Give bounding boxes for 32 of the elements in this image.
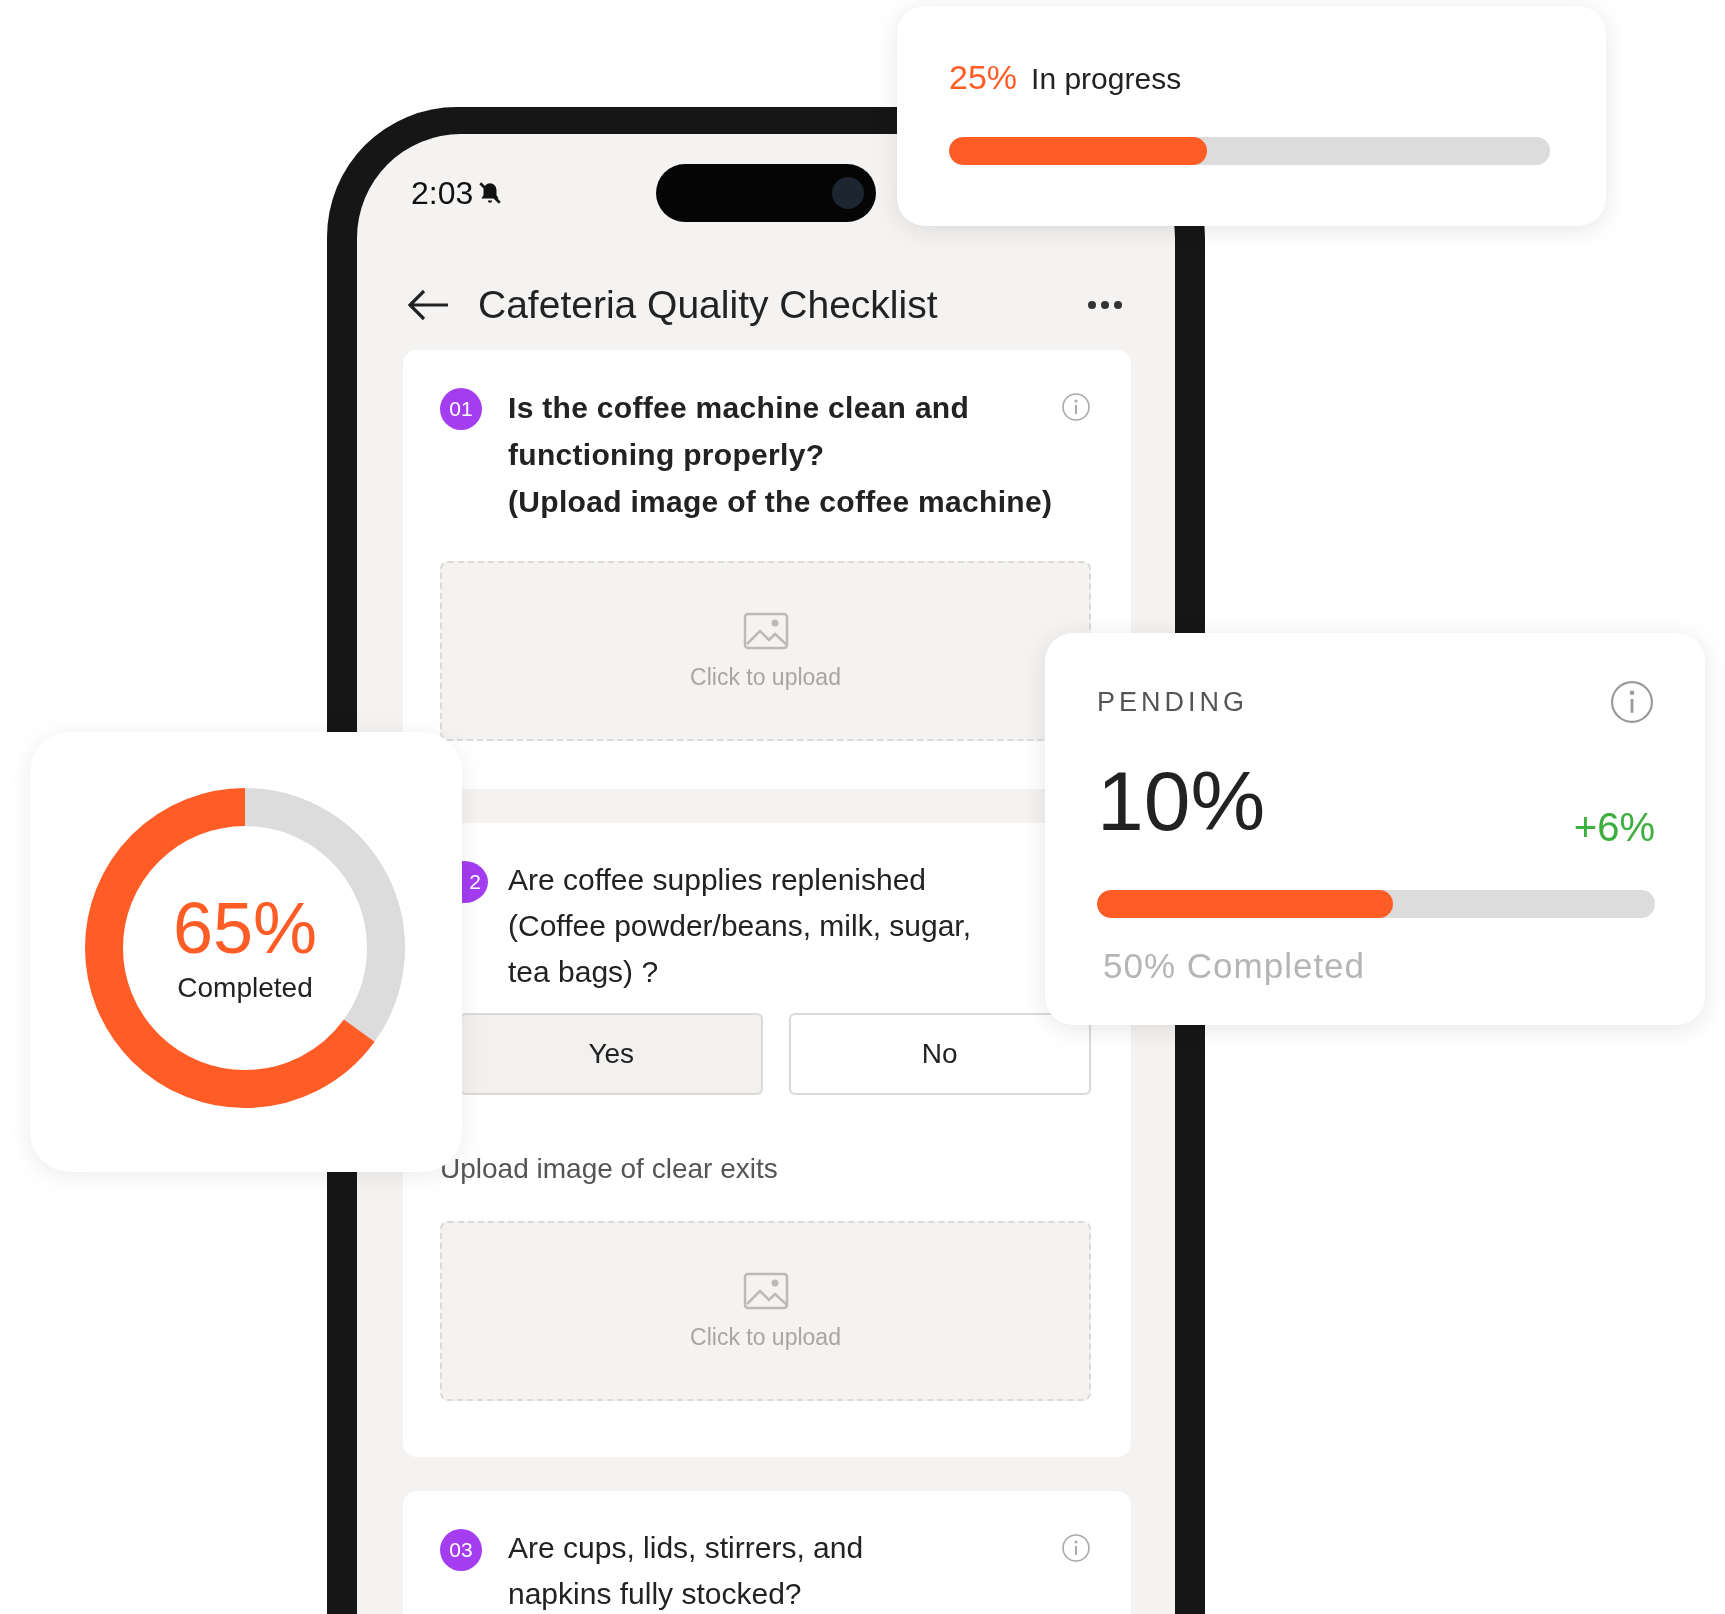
more-options-icon[interactable] [1087,300,1123,310]
screen-title: Cafeteria Quality Checklist [478,283,939,327]
question-text: napkins fully stocked? [508,1576,803,1612]
info-icon[interactable] [1061,1533,1091,1563]
answer-button[interactable]: No [788,1013,1091,1095]
question-text: (Upload image of the coffee machine) [508,484,1054,520]
status-time: 2:03 [411,174,474,212]
info-icon[interactable] [1061,392,1091,422]
donut-label: Completed [177,972,313,1004]
question-number: 01 [440,388,482,430]
question-text: Are cups, lids, stirrers, and [508,1530,865,1566]
donut-percent: 65% [172,892,318,964]
pending-value: 10% [1097,753,1266,850]
question-text: Is the coffee machine clean and [508,390,971,426]
question-text: (Coffee powder/beans, milk, sugar, [508,908,973,944]
question-text: functioning properly? [508,437,826,473]
upload-label: Click to upload [690,1323,841,1351]
progress-status: In progress [1031,62,1182,96]
completed-caption: 50% Completed [1103,946,1367,986]
question-text: tea bags) ? [508,954,660,990]
upload-label: Click to upload [690,663,841,691]
pending-title: PENDING [1097,686,1249,718]
question-text: Are coffee supplies replenished [508,862,928,898]
change-value: +6% [1573,805,1655,850]
image-icon [742,611,789,650]
back-arrow-icon[interactable] [406,287,450,323]
question-number: 03 [440,1529,482,1571]
answer-button[interactable]: Yes [460,1013,763,1095]
upload-prompt: Upload image of clear exits [440,1153,779,1185]
progress-percent: 25% [949,58,1018,97]
info-icon[interactable] [1609,679,1655,725]
image-icon [742,1271,789,1310]
